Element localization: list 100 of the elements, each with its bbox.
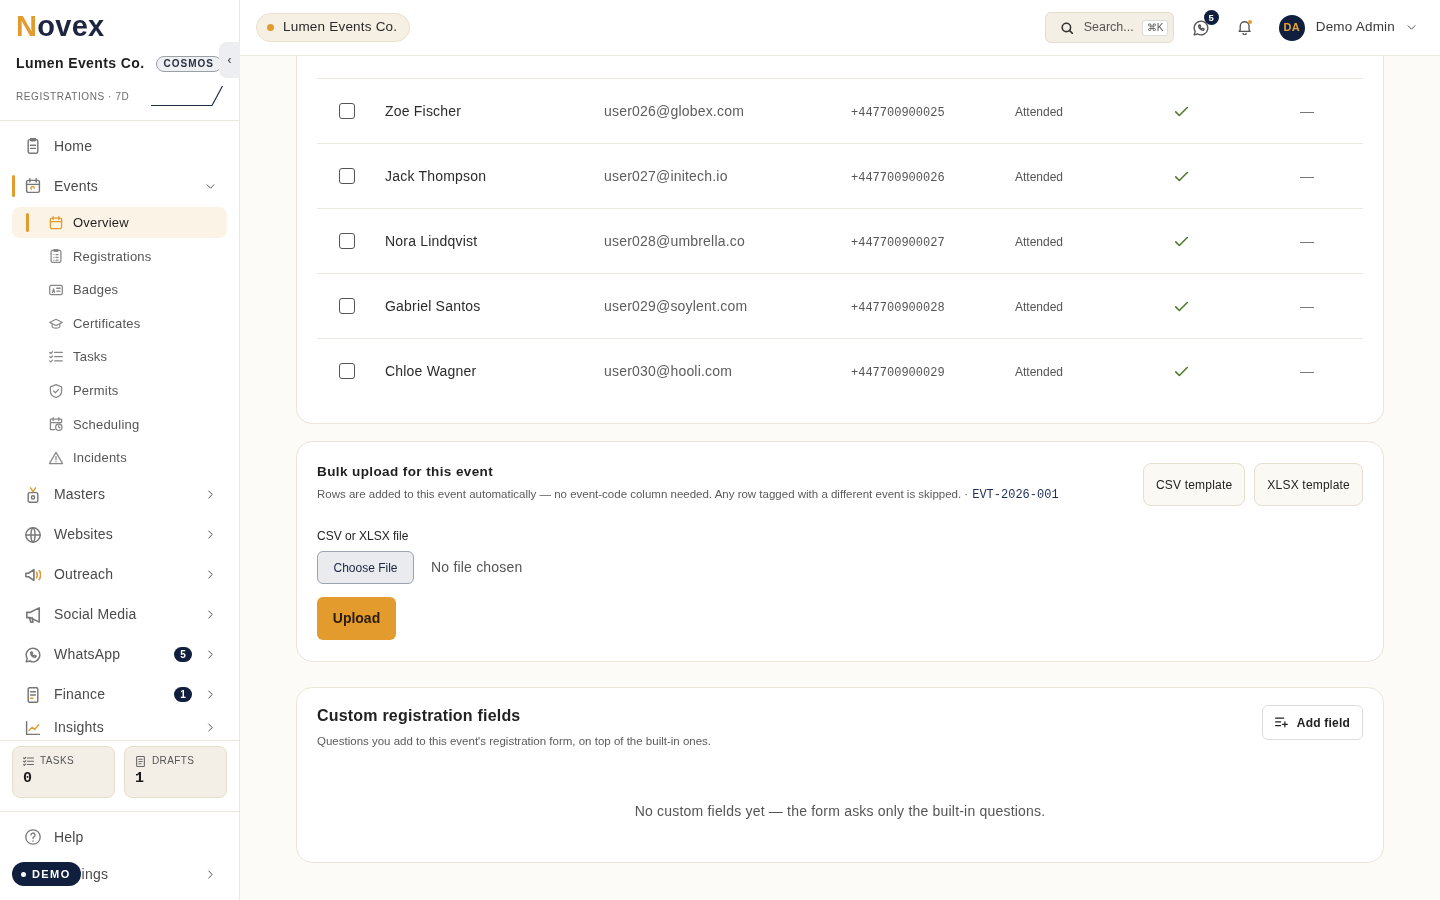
clipboard-icon xyxy=(49,249,63,264)
attendee-name: Chloe Wagner xyxy=(385,362,477,379)
phone-number: +447700900026 xyxy=(851,170,945,185)
nav-link[interactable]: Tasks xyxy=(12,341,227,373)
row-checkbox[interactable] xyxy=(339,298,355,314)
checklist-icon xyxy=(23,755,34,767)
count-badge: 5 xyxy=(174,647,192,663)
nav-link[interactable]: WhatsApp 5 xyxy=(12,634,227,675)
chat-icon xyxy=(25,646,41,663)
field-label: CSV or XLSX file xyxy=(317,528,409,544)
receipt-icon xyxy=(25,686,41,703)
row-checkbox[interactable] xyxy=(339,363,355,379)
megaphone-icon xyxy=(25,566,41,583)
nav-link[interactable]: Home xyxy=(12,126,227,166)
nav-link[interactable]: ings xyxy=(80,856,227,892)
upload-button[interactable]: Upload xyxy=(317,597,396,640)
nav-link[interactable]: Permits xyxy=(12,375,227,407)
email-text: user026@globex.com xyxy=(604,102,744,119)
email-text: user029@soylent.com xyxy=(604,297,748,314)
attendee-name: Jack Thompson xyxy=(385,167,487,184)
stat-label: TASKS xyxy=(40,755,75,767)
nav-link[interactable]: Masters xyxy=(12,474,227,515)
warning-icon xyxy=(49,450,63,465)
nav-link[interactable]: Help xyxy=(12,818,227,856)
row-checkbox[interactable] xyxy=(339,168,355,184)
count-badge: 1 xyxy=(174,687,192,703)
clipboard-icon xyxy=(25,138,41,154)
email-text: user030@hooli.com xyxy=(604,362,733,379)
shortcut-key: ⌘K xyxy=(1141,19,1169,36)
sparkline xyxy=(151,85,223,107)
stat-value: 0 xyxy=(23,769,32,789)
shield-check-icon xyxy=(49,383,63,398)
metric-label: REGISTRATIONS · 7D xyxy=(16,90,130,104)
phone-number: +447700900028 xyxy=(851,300,945,315)
section-description: Rows are added to this event automatically — no event-code column needed. Any row tagged with a different event is skipped. · EVT-2026-001 xyxy=(317,487,1059,504)
id-card-icon xyxy=(49,283,63,297)
section-description: Questions you add to this event's registration form, on top of the built-in ones. xyxy=(317,734,712,749)
megaphone-icon xyxy=(25,606,41,623)
chevron-down-icon xyxy=(1407,23,1416,32)
section-title: Custom registration fields xyxy=(317,706,522,726)
chart-icon xyxy=(25,719,41,736)
user-menu-button[interactable]: DA Demo Admin xyxy=(1278,14,1416,41)
stat-label: DRAFTS xyxy=(152,755,195,767)
nav-link[interactable]: Scheduling xyxy=(12,408,227,440)
file-status-text: No file chosen xyxy=(431,558,523,577)
template-download-button[interactable]: XLSX template xyxy=(1254,463,1363,506)
nav-link[interactable]: Outreach xyxy=(12,554,227,595)
calendar-icon xyxy=(49,215,63,230)
collapse-sidebar-button[interactable]: ‹ xyxy=(219,42,240,78)
globe-icon xyxy=(25,526,41,543)
nav-link[interactable]: Websites xyxy=(12,514,227,555)
template-download-button[interactable]: CSV template xyxy=(1142,463,1246,506)
email-text: user028@umbrella.co xyxy=(604,232,745,249)
plan-badge: COSMOS xyxy=(155,55,222,72)
nav-link[interactable]: Finance 1 xyxy=(12,674,227,715)
nav-link[interactable]: Insights xyxy=(12,714,227,740)
checklist-icon xyxy=(49,350,63,365)
nav-link[interactable]: Badges xyxy=(12,274,227,306)
stat-card[interactable]: TASKS 0 xyxy=(12,746,115,798)
id-badge-icon xyxy=(25,486,41,503)
organization-name: Lumen Events Co. xyxy=(16,54,145,73)
status-text: Attended xyxy=(1015,299,1064,314)
calendar-clock-icon xyxy=(49,417,63,432)
messages-button[interactable] xyxy=(1191,18,1210,37)
email-text: user027@initech.io xyxy=(604,167,728,184)
search-icon xyxy=(1060,21,1073,34)
nav-link[interactable]: Certificates xyxy=(12,308,227,340)
row-checkbox[interactable] xyxy=(339,233,355,249)
dash-text: — xyxy=(1300,102,1314,119)
status-text: Attended xyxy=(1015,169,1064,184)
logo: Novex xyxy=(16,10,105,42)
document-icon xyxy=(135,755,146,767)
notifications-button[interactable] xyxy=(1235,18,1254,37)
add-field-button[interactable]: Add field xyxy=(1261,705,1363,740)
choose-file-button[interactable]: Choose File xyxy=(317,551,414,584)
status-text: Attended xyxy=(1015,234,1064,249)
status-dot-icon xyxy=(267,24,274,31)
row-checkbox[interactable] xyxy=(339,103,355,119)
count-badge: 5 xyxy=(1203,9,1219,25)
bell-icon xyxy=(1237,20,1252,35)
nav-link[interactable]: Registrations xyxy=(12,240,227,272)
add-list-icon xyxy=(1274,716,1288,729)
stat-value: 1 xyxy=(135,769,144,789)
attendee-name: Gabriel Santos xyxy=(385,297,481,314)
section-title: Bulk upload for this event xyxy=(317,463,495,481)
phone-number: +447700900025 xyxy=(851,105,945,120)
stat-card[interactable]: DRAFTS 1 xyxy=(124,746,227,798)
dash-text: — xyxy=(1300,362,1314,379)
phone-number: +447700900029 xyxy=(851,365,945,380)
nav-link[interactable]: Events xyxy=(12,166,227,206)
search-button[interactable]: Search... ⌘K xyxy=(1044,12,1174,43)
nav-link[interactable]: Incidents xyxy=(12,442,227,474)
nav-link[interactable]: Social Media xyxy=(12,594,227,635)
empty-state-text: No custom fields yet — the form asks only the built-in questions. xyxy=(633,802,1047,821)
phone-number: +447700900027 xyxy=(851,235,945,250)
nav-link[interactable]: Overview xyxy=(12,207,227,239)
help-icon xyxy=(25,829,41,845)
organization-switcher[interactable]: Lumen Events Co. xyxy=(256,13,411,42)
status-text: Attended xyxy=(1015,364,1064,379)
graduation-cap-icon xyxy=(49,316,63,331)
